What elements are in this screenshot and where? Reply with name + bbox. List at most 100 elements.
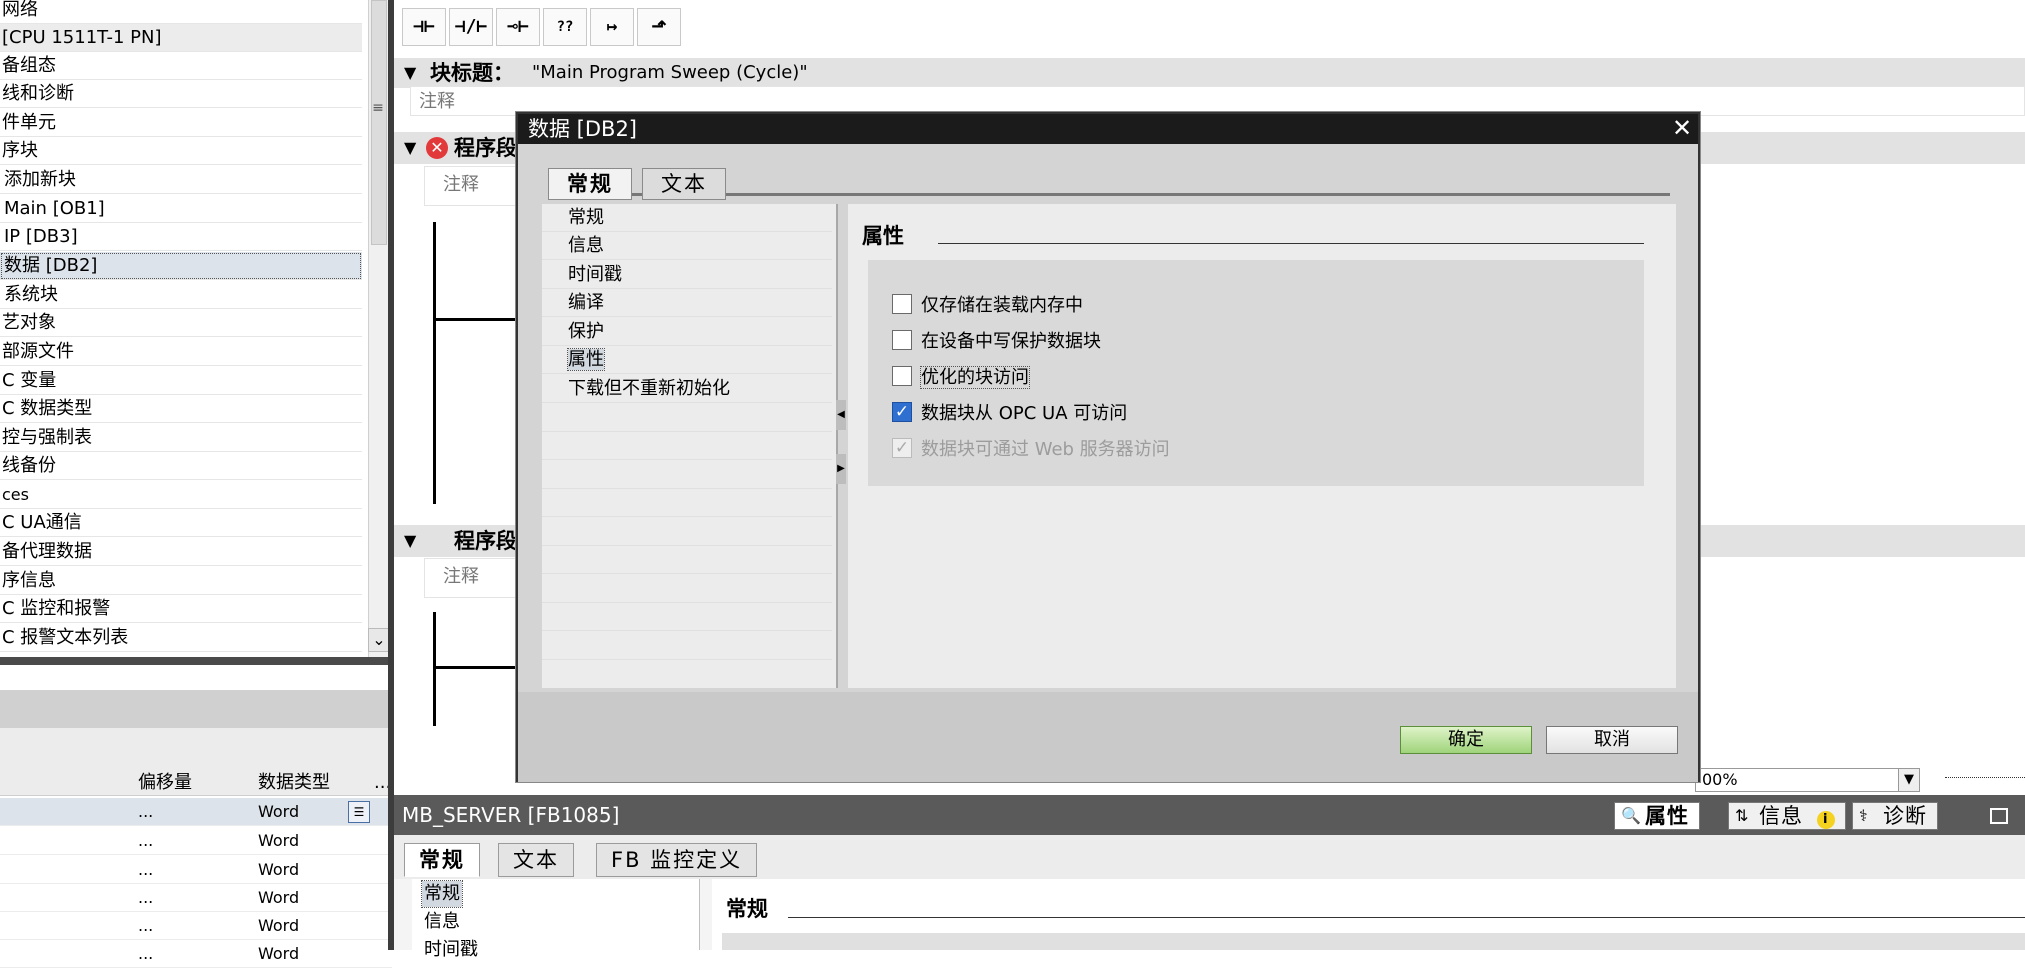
tree-item-data-db2[interactable]: 数据 [DB2] [0,252,362,280]
tab-general[interactable]: 常规 [404,843,480,877]
tab-properties-label: 属性 [1645,804,1689,828]
tree-item[interactable]: 序信息 [0,567,362,595]
tree-item-main-ob1[interactable]: Main [OB1] [0,195,362,223]
table-row[interactable]: ... Word [0,827,392,855]
type-cell: Word [258,860,300,879]
tree-item[interactable]: 线和诊断 [0,80,362,108]
nav-compile[interactable]: 编译 [542,289,832,317]
checkbox[interactable] [892,294,912,314]
checkbox-opc-ua-access[interactable]: ✓ 数据块从 OPC UA 可访问 [892,400,1127,428]
window-icon[interactable] [1990,808,2008,824]
dialog-tab-general[interactable]: 常规 [548,168,632,200]
tab-text[interactable]: 文本 [498,843,574,877]
nav-info[interactable]: 信息 [542,232,832,260]
tree-item[interactable]: 备组态 [0,52,362,80]
tree-item[interactable]: 网络 [0,0,362,24]
block-title-bar: ▼ 块标题： "Main Program Sweep (Cycle)" [394,58,2025,88]
close-icon[interactable]: ✕ [1670,116,1694,141]
zoom-select[interactable]: 00% [1695,768,1920,792]
nav-general[interactable]: 常规 [542,204,832,232]
grip-icon: ≡ [372,100,384,116]
tree-item[interactable]: C 报警文本列表 [0,624,362,652]
tree-item[interactable]: 艺对象 [0,309,362,337]
checkbox-optimized-access[interactable]: 优化的块访问 [892,364,1030,392]
open-branch-icon[interactable]: ↦ [590,8,634,46]
table-row[interactable]: ... Word [0,856,392,884]
tree-item[interactable]: 件单元 [0,109,362,137]
cancel-button[interactable]: 取消 [1546,726,1678,754]
table-row[interactable]: ... Word ☰ [0,798,392,826]
checkbox-write-protect[interactable]: 在设备中写保护数据块 [892,328,1101,356]
panel-divider[interactable] [0,657,392,665]
tree-item-cpu[interactable]: [CPU 1511T-1 PN] [0,24,362,52]
block-title-label: 块标题： [430,61,514,85]
info-badge-icon: i [1816,811,1835,829]
table-row[interactable]: ... Word [0,912,392,940]
collapse-left-icon[interactable]: ◀ [836,400,846,430]
tab-fb-monitoring[interactable]: FB 监控定义 [596,843,758,877]
inspector-nav-timestamp[interactable]: 时间戳 [424,937,478,963]
tree-item-system-blocks[interactable]: 系统块 [0,281,362,309]
table-row[interactable]: ... Word [0,940,392,968]
nav-protection[interactable]: 保护 [542,318,832,346]
coil-icon[interactable]: ⊸⊢ [496,8,540,46]
list-icon[interactable]: ☰ [348,801,370,823]
ok-button[interactable]: 确定 [1400,726,1532,754]
collapse-right-icon[interactable]: ▶ [836,454,846,484]
section-divider [788,917,2025,918]
offset-cell: ... [138,916,154,935]
tree-item[interactable]: 部源文件 [0,338,362,366]
power-rail [433,612,436,726]
tab-info[interactable]: ⇅ 信息 i [1728,802,1846,830]
column-data-type[interactable]: 数据类型 [258,770,330,796]
tab-diagnostics-label: 诊断 [1883,804,1927,828]
dialog-nav: 常规 信息 时间戳 编译 保护 属性 下载但不重新初始化 [542,204,838,688]
dialog-tab-text[interactable]: 文本 [642,168,726,200]
checkbox-label: 在设备中写保护数据块 [921,331,1101,352]
tree-item[interactable]: C 监控和报警 [0,595,362,623]
info-list-icon: ⇅ [1735,806,1750,825]
scroll-down-arrow-icon[interactable]: ⌄ [368,628,390,652]
tree-item[interactable]: C UA通信 [0,509,362,537]
nc-contact-icon[interactable]: ⊣/⊢ [449,8,493,46]
tree-item-ip-db3[interactable]: IP [DB3] [0,223,362,251]
table-row[interactable]: ... Word [0,884,392,912]
tree-item[interactable]: 备代理数据 [0,538,362,566]
diagnostics-icon: ⚕ [1859,806,1869,825]
inspector-nav-info[interactable]: 信息 [424,909,460,935]
close-branch-icon[interactable]: ⬏ [637,8,681,46]
nav-download-no-reinit[interactable]: 下载但不重新初始化 [542,375,832,403]
tab-properties[interactable]: 🔍 属性 [1614,802,1700,830]
nav-attributes-label: 属性 [567,348,605,371]
tree-item[interactable]: 线备份 [0,452,362,480]
collapse-arrow-icon[interactable]: ▼ [404,525,416,557]
zoom-slider[interactable] [1945,777,2025,783]
nav-timestamp[interactable]: 时间戳 [542,261,832,289]
tab-diagnostics[interactable]: ⚕ 诊断 [1852,802,1938,830]
tab-info-label: 信息 [1759,804,1803,828]
tree-item-program-blocks[interactable]: 序块 [0,137,362,165]
no-contact-icon[interactable]: ⊣⊢ [402,8,446,46]
column-offset[interactable]: 偏移量 [138,770,192,796]
checkbox-label: 数据块可通过 Web 服务器访问 [921,439,1170,460]
tree-scroll-thumb[interactable] [371,0,387,245]
tree-item[interactable]: C 变量 [0,367,362,395]
collapse-arrow-icon[interactable]: ▼ [404,132,416,164]
checkbox[interactable] [892,330,912,350]
inspector-title: MB_SERVER [FB1085] [402,803,620,827]
tree-item[interactable]: ces [0,481,362,509]
collapse-arrow-icon[interactable]: ▼ [404,58,416,88]
nav-attributes[interactable]: 属性 [542,346,832,374]
inspector-content: 常规 [712,879,2025,950]
empty-box-icon[interactable]: ?? [543,8,587,46]
dialog-titlebar[interactable]: 数据 [DB2] ✕ [518,114,1698,144]
checkbox[interactable] [892,366,912,386]
block-title-value[interactable]: "Main Program Sweep (Cycle)" [532,58,808,88]
inspector-nav-general[interactable]: 常规 [421,880,463,908]
checkbox-checked[interactable]: ✓ [892,402,912,422]
checkbox-load-memory-only[interactable]: 仅存储在装载内存中 [892,292,1083,320]
tree-item[interactable]: C 数据类型 [0,395,362,423]
tree-item-add-block[interactable]: 添加新块 [0,166,362,194]
chevron-down-icon[interactable]: ▼ [1898,768,1920,792]
tree-item[interactable]: 控与强制表 [0,424,362,452]
